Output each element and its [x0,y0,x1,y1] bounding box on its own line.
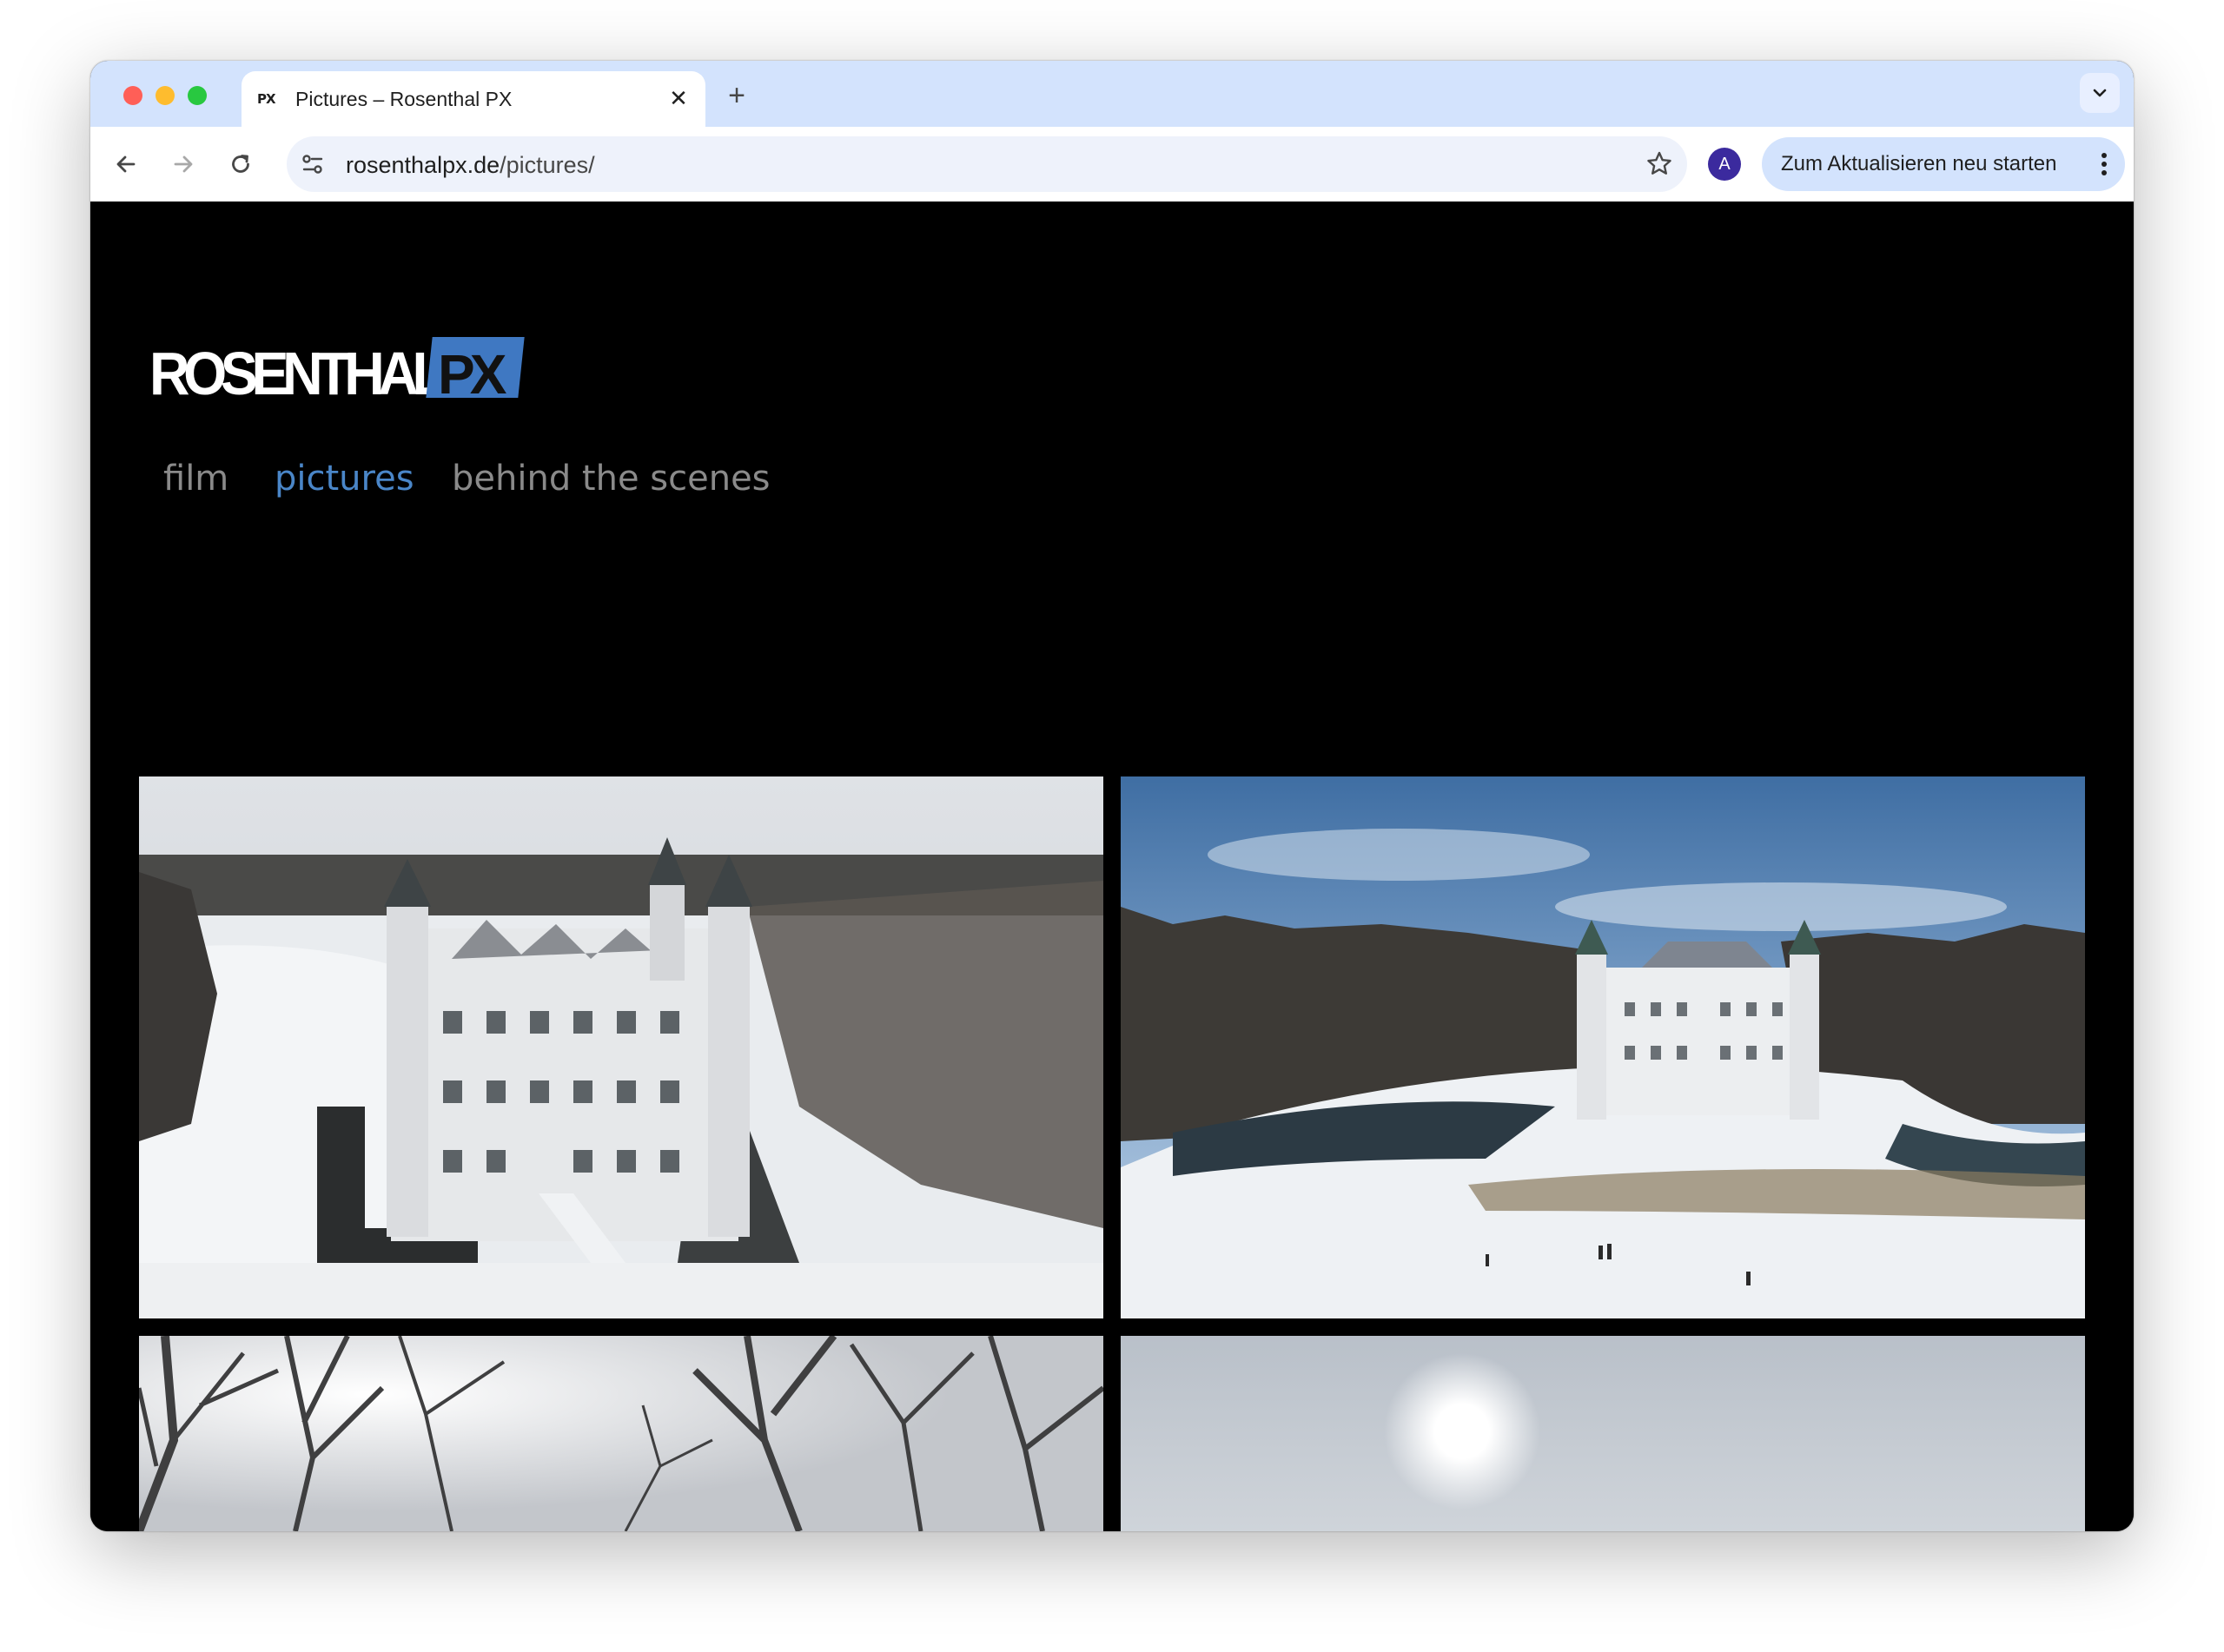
more-vert-icon[interactable] [2095,149,2113,180]
reload-icon [232,155,249,173]
url-path: /pictures/ [500,152,595,178]
update-button-label: Zum Aktualisieren neu starten [1781,152,2057,175]
castle-photo-2 [1121,776,2085,1318]
minimize-window-button[interactable] [156,86,175,105]
tab-pictures[interactable]: PX Pictures – Rosenthal PX ✕ [242,71,705,127]
maximize-window-button[interactable] [188,86,207,105]
site-settings-icon [302,155,323,174]
gallery-image-winter-trees[interactable] [139,1336,1103,1531]
tab-title: Pictures – Rosenthal PX [295,88,513,110]
gallery-image-sun-sky[interactable] [1121,1336,2085,1531]
bookmark-star-icon[interactable] [1644,149,1675,180]
logo-accent-text: PX [438,343,506,406]
browser-window: PX Pictures – Rosenthal PX ✕ + rosenthal… [90,61,2134,1531]
close-icon[interactable]: ✕ [664,83,693,113]
tab-strip: PX Pictures – Rosenthal PX ✕ + [90,61,2134,127]
sun-photo [1121,1336,2085,1531]
chevron-down-icon [2093,89,2107,97]
castle-photo-1 [139,776,1103,1318]
site-logo[interactable]: ROSENTHAL PX [149,337,525,407]
url-text: rosenthalpx.de/pictures/ [346,152,595,179]
profile-avatar[interactable]: A [1708,148,1741,181]
nav-link-film[interactable]: film [163,459,228,499]
web-page: ROSENTHAL PX film pictures behind the sc… [90,202,2134,1531]
relaunch-update-button[interactable]: Zum Aktualisieren neu starten [1762,137,2125,191]
trees-photo [139,1336,1103,1531]
arrow-right-icon [174,155,193,173]
address-bar[interactable]: rosenthalpx.de/pictures/ [287,136,1687,192]
tab-search-button[interactable] [2080,73,2120,113]
nav-link-behind-the-scenes[interactable]: behind the scenes [452,459,771,499]
arrow-left-icon [116,155,136,173]
reload-button[interactable] [221,144,261,184]
forward-button[interactable] [163,144,203,184]
nav-link-pictures[interactable]: pictures [275,459,414,499]
site-favicon-icon: PX [257,91,276,107]
gallery-image-castle-close[interactable] [139,776,1103,1318]
logo-main-text: ROSENTHAL [149,340,447,407]
url-host: rosenthalpx.de [346,152,500,178]
close-window-button[interactable] [123,86,142,105]
browser-toolbar: rosenthalpx.de/pictures/ A Zum Aktualisi… [90,127,2134,202]
new-tab-button[interactable]: + [718,76,756,115]
gallery-image-castle-wide[interactable] [1121,776,2085,1318]
back-button[interactable] [106,144,146,184]
